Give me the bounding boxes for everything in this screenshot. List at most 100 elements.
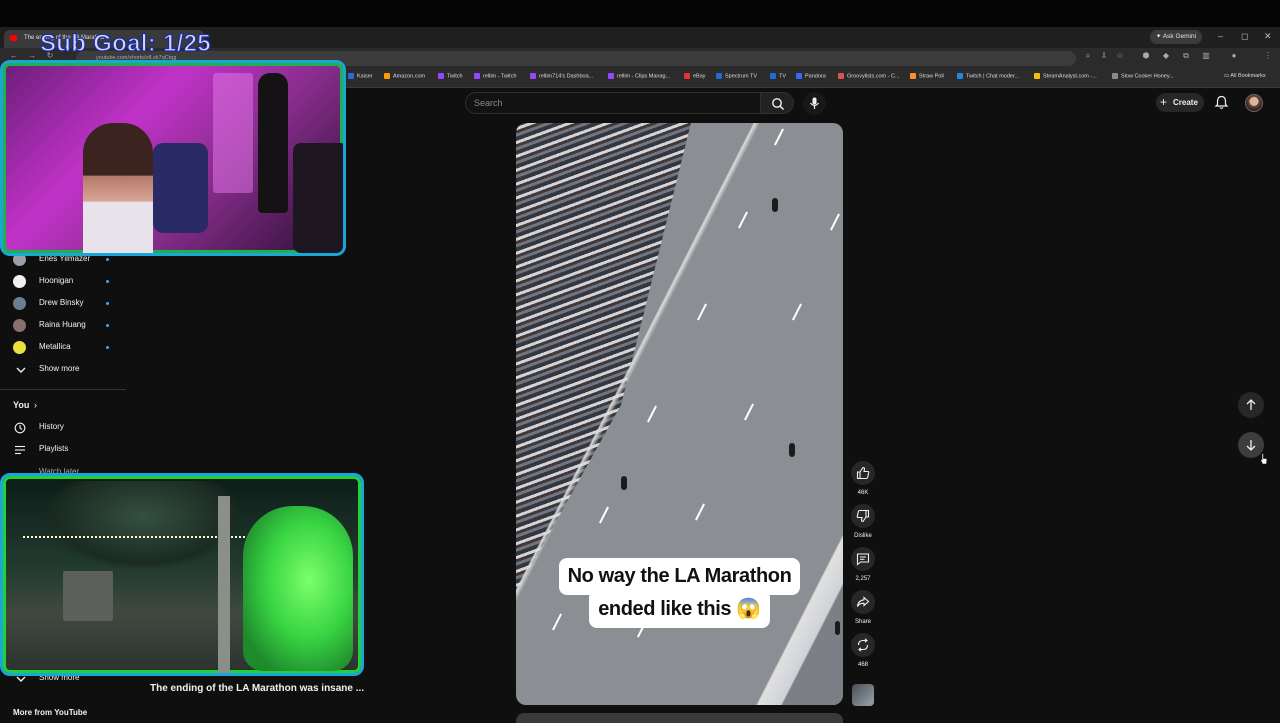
bookmark-item[interactable]: TV: [770, 73, 786, 79]
bookmark-label: Groovylists.com - C...: [847, 73, 900, 80]
bookmark-item[interactable]: Twitch | Chat moder...: [957, 73, 1019, 79]
bookmark-label: Slow Cooker Honey...: [1121, 73, 1174, 80]
new-content-dot: [106, 258, 109, 261]
subscription-item[interactable]: Drew Binsky: [0, 293, 126, 315]
all-bookmarks-label: All Bookmarks: [1230, 73, 1266, 79]
bookmark-favicon-icon: [348, 73, 354, 79]
bookmark-item[interactable]: rellim - Twitch: [474, 73, 517, 79]
subscription-item[interactable]: Metallica: [0, 337, 126, 359]
sidebar-item-playlists[interactable]: Playlists: [0, 439, 126, 461]
back-icon[interactable]: ←: [8, 51, 20, 60]
bookmark-favicon-icon: [530, 73, 536, 79]
new-content-dot: [106, 302, 109, 305]
new-content-dot: [106, 280, 109, 283]
profile-icon[interactable]: ●: [1228, 51, 1240, 60]
show-more-label: Show more: [39, 364, 80, 373]
bookmark-item[interactable]: rellim - Clips Manag...: [608, 73, 670, 79]
bookmark-label: Twitch | Chat moder...: [966, 73, 1020, 80]
bookmark-item[interactable]: eBay: [684, 73, 706, 79]
next-short-preview[interactable]: [516, 713, 843, 723]
search-input[interactable]: Search: [465, 92, 761, 114]
share-button[interactable]: [851, 590, 875, 614]
zoom-icon[interactable]: ⌕: [1082, 51, 1094, 61]
you-section-heading[interactable]: You: [13, 400, 29, 410]
show-more-subscriptions-button[interactable]: Show more: [0, 359, 126, 381]
sidebar-item-label: Playlists: [39, 444, 69, 453]
extension-icon[interactable]: ◆: [1160, 51, 1172, 60]
account-avatar[interactable]: [1245, 94, 1263, 112]
like-count: 46K: [857, 490, 869, 496]
bookmark-favicon-icon: [608, 73, 614, 79]
bookmark-item[interactable]: SteamAnalyst.com -...: [1034, 73, 1097, 79]
bookmark-label: Kaiser: [357, 73, 373, 80]
extension-icon[interactable]: ⬢: [1140, 51, 1152, 60]
bookmark-item[interactable]: Slow Cooker Honey...: [1112, 73, 1174, 79]
bookmark-label: Amazon.com: [393, 73, 426, 80]
previous-short-button[interactable]: [1238, 392, 1264, 418]
create-label: Create: [1173, 98, 1198, 107]
remix-button[interactable]: [851, 633, 875, 657]
sidebar-item-label: History: [39, 422, 64, 431]
sidebar-item-history[interactable]: History: [0, 417, 126, 439]
bookmark-item[interactable]: Pandora: [796, 73, 826, 79]
bookmark-favicon-icon: [438, 73, 444, 79]
bookmark-item[interactable]: Amazon.com: [384, 73, 425, 79]
channel-name: Metallica: [39, 342, 71, 351]
voice-search-button[interactable]: [803, 92, 826, 115]
subscription-item[interactable]: Hoonigan: [0, 271, 126, 293]
bookmark-favicon-icon: [716, 73, 722, 79]
bookmark-favicon-icon: [1034, 73, 1040, 79]
extensions-puzzle-icon[interactable]: ⧉: [1180, 51, 1192, 61]
bookmark-item[interactable]: Spectrum TV: [716, 73, 757, 79]
install-icon[interactable]: ⇩: [1098, 51, 1110, 60]
remix-count: 468: [857, 662, 868, 668]
history-icon: [14, 422, 26, 434]
close-window-icon[interactable]: ✕: [1264, 31, 1272, 42]
caption-line-1: No way the LA Marathon: [559, 558, 800, 595]
all-bookmarks-button[interactable]: ▭ All Bookmarks: [1224, 73, 1266, 79]
channel-avatar: [13, 319, 26, 332]
bookmark-favicon-icon: [796, 73, 802, 79]
bookmark-label: TV: [779, 73, 787, 80]
bookmark-item[interactable]: Kaiser: [348, 73, 373, 79]
new-content-dot: [106, 324, 109, 327]
menu-kebab-icon[interactable]: ⋮: [1262, 51, 1274, 60]
bookmark-star-icon[interactable]: ☆: [1114, 51, 1126, 60]
camera-porch-post: [218, 496, 230, 673]
minimize-icon[interactable]: –: [1218, 31, 1223, 41]
sub-goal-overlay-text: Sub Goal: 1/25: [39, 29, 211, 57]
mouse-pointer-icon: [1260, 453, 1268, 465]
sound-thumbnail[interactable]: [852, 684, 874, 706]
bookmark-item[interactable]: rellim714's Dashboa...: [530, 73, 593, 79]
search-button[interactable]: [760, 92, 794, 114]
bookmark-item[interactable]: Groovylists.com - C...: [838, 73, 900, 79]
bookmark-favicon-icon: [770, 73, 776, 79]
bookmark-item[interactable]: Straw Poll: [910, 73, 944, 79]
channel-name: Hoonigan: [39, 276, 74, 285]
like-button[interactable]: [851, 461, 875, 485]
sidebar-icon[interactable]: ▥: [1200, 51, 1212, 60]
camera-tree: [43, 481, 243, 571]
notifications-bell-icon[interactable]: [1214, 95, 1229, 110]
subscription-item[interactable]: Raina Huang: [0, 315, 126, 337]
dislike-label: Dislike: [854, 533, 872, 539]
webcam-streamer: [83, 123, 153, 253]
comments-button[interactable]: [851, 547, 875, 571]
video-title[interactable]: The ending of the LA Marathon was insane…: [150, 683, 364, 694]
gemini-sparkle-icon: ✦: [1155, 33, 1163, 40]
forward-icon[interactable]: →: [26, 51, 38, 60]
bookmark-item[interactable]: Twitch: [438, 73, 463, 79]
video-runner: [621, 476, 627, 490]
bookmark-favicon-icon: [474, 73, 480, 79]
create-button[interactable]: + Create: [1156, 93, 1204, 112]
share-arrow-icon: [856, 596, 870, 607]
bookmark-label: Straw Poll: [919, 73, 944, 80]
shorts-video-player[interactable]: ended like this 😱 No way the LA Marathon: [516, 123, 843, 705]
remix-icon: [857, 638, 869, 652]
more-from-youtube-heading: More from YouTube: [13, 708, 88, 717]
maximize-icon[interactable]: ◻: [1241, 31, 1248, 42]
video-caption: ended like this 😱 No way the LA Marathon: [559, 558, 800, 628]
ask-gemini-button[interactable]: ✦ Ask Gemini: [1150, 30, 1202, 44]
bookmark-label: eBay: [693, 73, 706, 80]
dislike-button[interactable]: [851, 504, 875, 528]
